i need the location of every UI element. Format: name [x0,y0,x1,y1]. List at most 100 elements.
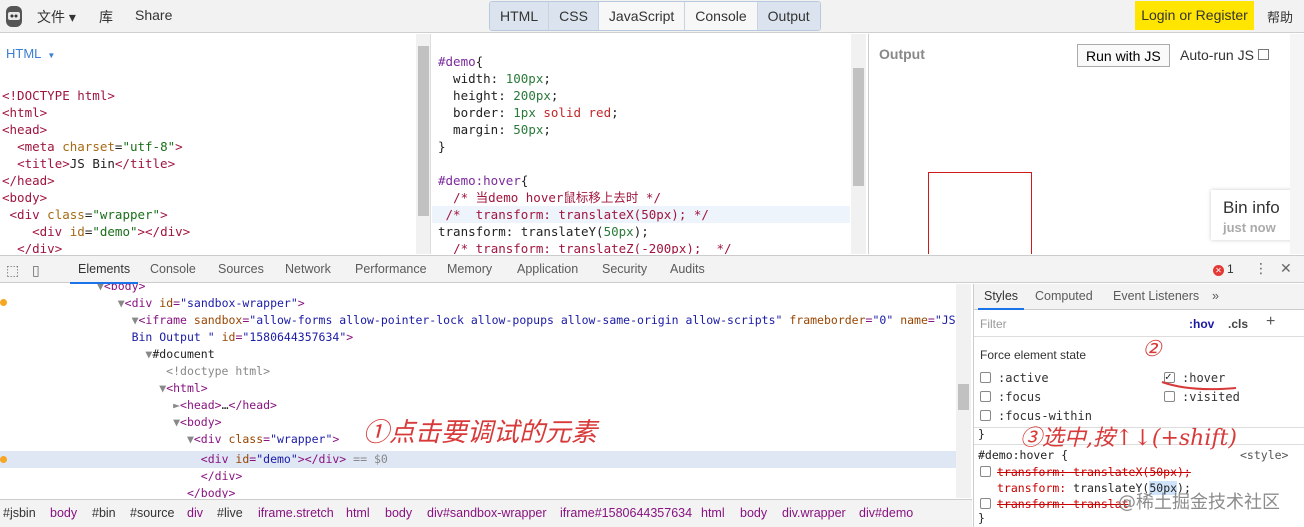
tree-node[interactable]: ▼<body> [0,414,221,431]
tree-node[interactable]: ▼<div id="sandbox-wrapper"> [0,295,305,312]
panel-tab-output[interactable]: Output [757,2,820,30]
html-panel-label[interactable]: HTML ▼ [6,46,55,61]
autorun-toggle[interactable]: Auto-run JS [1180,47,1269,63]
crumb[interactable]: body [740,506,767,520]
demo-element[interactable] [928,172,1032,254]
css-code[interactable]: #demo{ width: 100px; height: 200px; bord… [438,36,732,254]
login-register-button[interactable]: Login or Register [1135,1,1254,30]
code-line: <head> [2,122,48,137]
panel-tab-html[interactable]: HTML [490,2,550,30]
crumb[interactable]: html [346,506,370,520]
help-menu[interactable]: 帮助 [1267,7,1293,26]
crumb[interactable]: div#demo [859,506,913,520]
state-active-checkbox[interactable] [980,372,991,383]
code-line: /* transform: translateZ(-200px); */ [453,241,732,254]
tab-security[interactable]: Security [602,262,647,276]
tab-memory[interactable]: Memory [447,262,492,276]
crumb[interactable]: html [701,506,725,520]
scrollbar-thumb[interactable] [958,384,969,410]
tab-application[interactable]: Application [517,262,578,276]
state-active[interactable]: :active [980,371,1049,385]
tab-console[interactable]: Console [150,262,196,276]
more-options-icon[interactable]: ⋮ [1254,260,1268,277]
tree-node[interactable]: ►<head>…</head> [0,397,277,414]
tree-node[interactable]: ▼<iframe sandbox="allow-forms allow-poin… [0,312,956,329]
new-style-rule-icon[interactable]: + [1266,313,1275,331]
crumb[interactable]: body [385,506,412,520]
panel-tab-javascript[interactable]: JavaScript [599,2,686,30]
toggle-element-state-button[interactable]: :hov [1189,317,1214,331]
menu-library[interactable]: 库 [99,7,113,27]
style-rule-source-link[interactable]: <style> [1240,448,1288,462]
jsbin-logo-icon[interactable] [4,4,24,29]
css-scrollbar[interactable] [851,34,866,254]
menu-share[interactable]: Share [135,7,172,23]
declaration-checkbox[interactable] [980,466,991,477]
menu-file[interactable]: 文件 ▾ [37,7,76,27]
code-line: </head> [2,173,55,188]
crumb[interactable]: #source [130,506,174,520]
panel-tab-css[interactable]: CSS [549,2,599,30]
tree-node[interactable]: ▼<html> [0,380,207,397]
crumb[interactable]: iframe.stretch [258,506,334,520]
declaration-checkbox[interactable] [980,498,991,509]
tree-node[interactable]: </body> [0,485,235,498]
crumb[interactable]: #live [217,506,243,520]
tab-network[interactable]: Network [285,262,331,276]
crumb[interactable]: #bin [92,506,116,520]
tree-node[interactable]: <!doctype html> [0,363,270,380]
tab-sources[interactable]: Sources [218,262,264,276]
tree-node[interactable]: ▼<div class="wrapper"> [0,431,339,448]
html-editor-panel[interactable]: HTML ▼ <!DOCTYPE html> <html> <head> <met… [0,34,431,254]
autorun-checkbox[interactable] [1257,49,1269,60]
html-panel-title: HTML [6,46,42,61]
crumb[interactable]: iframe#1580644357634 [560,506,692,520]
elements-tree[interactable]: ▼<body> ▼<div id="sandbox-wrapper"> ▼<if… [0,284,956,498]
tab-computed[interactable]: Computed [1035,289,1093,303]
crumb[interactable]: body [50,506,77,520]
annotation-underline [1161,381,1237,391]
scrollbar-thumb[interactable] [418,46,429,216]
tab-event-listeners[interactable]: Event Listeners [1113,289,1199,303]
code-line: <body> [2,190,48,205]
close-devtools-icon[interactable]: ✕ [1280,260,1292,277]
run-with-js-button[interactable]: Run with JS [1077,44,1170,67]
code-line: <html> [2,105,48,120]
tree-node[interactable]: ▼<body> [0,284,145,295]
bin-info-title: Bin info [1223,198,1280,217]
crumb[interactable]: div [187,506,203,520]
crumb[interactable]: div#sandbox-wrapper [427,506,547,520]
css-editor-panel[interactable]: #demo{ width: 100px; height: 200px; bord… [432,34,867,254]
element-classes-button[interactable]: .cls [1228,317,1248,331]
style-declaration[interactable]: transform: translat [980,497,1129,511]
tab-performance[interactable]: Performance [355,262,427,276]
elements-scrollbar[interactable] [956,284,971,498]
rule-close-brace: } [978,427,985,441]
error-counter[interactable]: ✕ 1 [1213,262,1234,276]
styles-filter-input[interactable]: Filter [980,317,1007,331]
style-declaration[interactable]: transform: translateX(50px); [980,465,1191,479]
device-toolbar-icon[interactable]: ▯ [32,262,40,279]
tree-node-selected[interactable]: <div id="demo"></div> == $0 [0,451,388,468]
state-focus[interactable]: :focus [980,390,1041,404]
html-code[interactable]: <!DOCTYPE html> <html> <head> <meta char… [2,70,190,254]
error-icon: ✕ [1213,265,1224,276]
state-focus-checkbox[interactable] [980,391,991,402]
state-focus-within-checkbox[interactable] [980,410,991,421]
tree-node[interactable]: </div> [0,468,243,485]
crumb[interactable]: div.wrapper [782,506,846,520]
more-tabs-icon[interactable]: » [1212,289,1219,303]
devtools-toolbar: ⬚ ▯ Elements Console Sources Network Per… [0,255,1304,284]
tab-audits[interactable]: Audits [670,262,705,276]
tab-elements[interactable]: Elements [69,262,139,284]
scrollbar-thumb[interactable] [853,68,864,186]
output-label: Output [879,46,925,62]
tree-node[interactable]: ▼#document [0,346,214,363]
crumb[interactable]: #jsbin [3,506,36,520]
code-line: <div class="wrapper"> [9,207,168,222]
tab-styles[interactable]: Styles [977,289,1025,310]
inspect-element-icon[interactable]: ⬚ [6,262,19,279]
html-scrollbar[interactable] [416,34,430,254]
panel-tab-console[interactable]: Console [685,2,758,30]
output-scrollbar[interactable] [1290,34,1304,254]
